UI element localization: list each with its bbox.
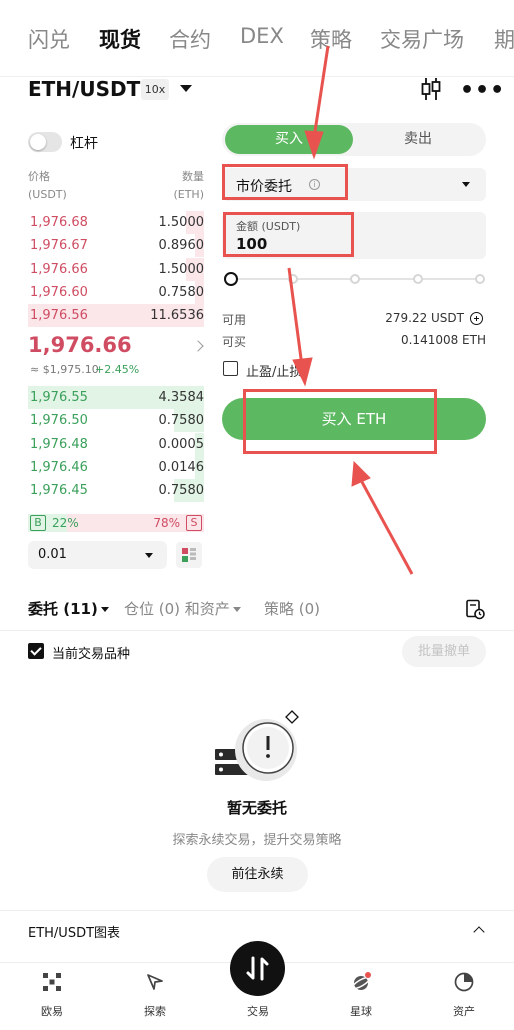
nav-trade-label: 交易 — [247, 1005, 269, 1018]
order-history-icon[interactable] — [465, 599, 485, 620]
go-to-perpetual-button[interactable]: 前往永续 — [207, 857, 308, 892]
orders-tab-bar: 委托 (11) 仓位 (0) 和资产 策略 (0) — [0, 598, 514, 620]
annotation-arrows — [287, 45, 414, 575]
divider — [0, 630, 514, 631]
empty-state-title: 暂无委托 — [226, 799, 287, 817]
trade-fab-button[interactable] — [230, 941, 285, 996]
empty-orders-illustration-icon — [215, 710, 299, 781]
chevron-down-icon — [232, 607, 241, 612]
current-symbol-checkbox[interactable] — [28, 643, 44, 659]
nav-assets[interactable]: 资产 — [424, 963, 504, 1030]
nav-explore[interactable]: 探索 — [115, 963, 195, 1030]
nav-okx[interactable]: 欧易 — [12, 963, 92, 1030]
tab-open-orders[interactable]: 委托 (11) — [28, 598, 109, 619]
nav-okx-label: 欧易 — [41, 1005, 63, 1018]
okx-logo-icon — [43, 973, 61, 991]
chart-section-title: ETH/USDT图表 — [28, 926, 121, 941]
pie-chart-icon — [454, 972, 474, 992]
empty-state-subtitle: 探索永续交易，提升交易策略 — [172, 833, 342, 848]
planet-icon — [351, 972, 371, 990]
tab-positions-assets[interactable]: 仓位 (0) 和资产 — [124, 598, 241, 619]
tab-open-orders-label: 委托 (11) — [28, 600, 98, 618]
trade-arrows-icon — [246, 956, 269, 981]
chevron-down-icon — [100, 607, 109, 612]
nav-assets-label: 资产 — [453, 1005, 475, 1018]
nav-planet[interactable]: 星球 — [321, 963, 401, 1030]
nav-planet-label: 星球 — [350, 1005, 372, 1018]
nav-explore-label: 探索 — [144, 1005, 166, 1018]
compass-icon — [147, 974, 163, 990]
tab-positions-label: 仓位 (0) 和资产 — [124, 600, 230, 618]
tab-strategy-orders[interactable]: 策略 (0) — [264, 598, 320, 619]
batch-cancel-button[interactable]: 批量撤单 — [402, 636, 486, 667]
current-symbol-label[interactable]: 当前交易品种 — [52, 643, 130, 662]
